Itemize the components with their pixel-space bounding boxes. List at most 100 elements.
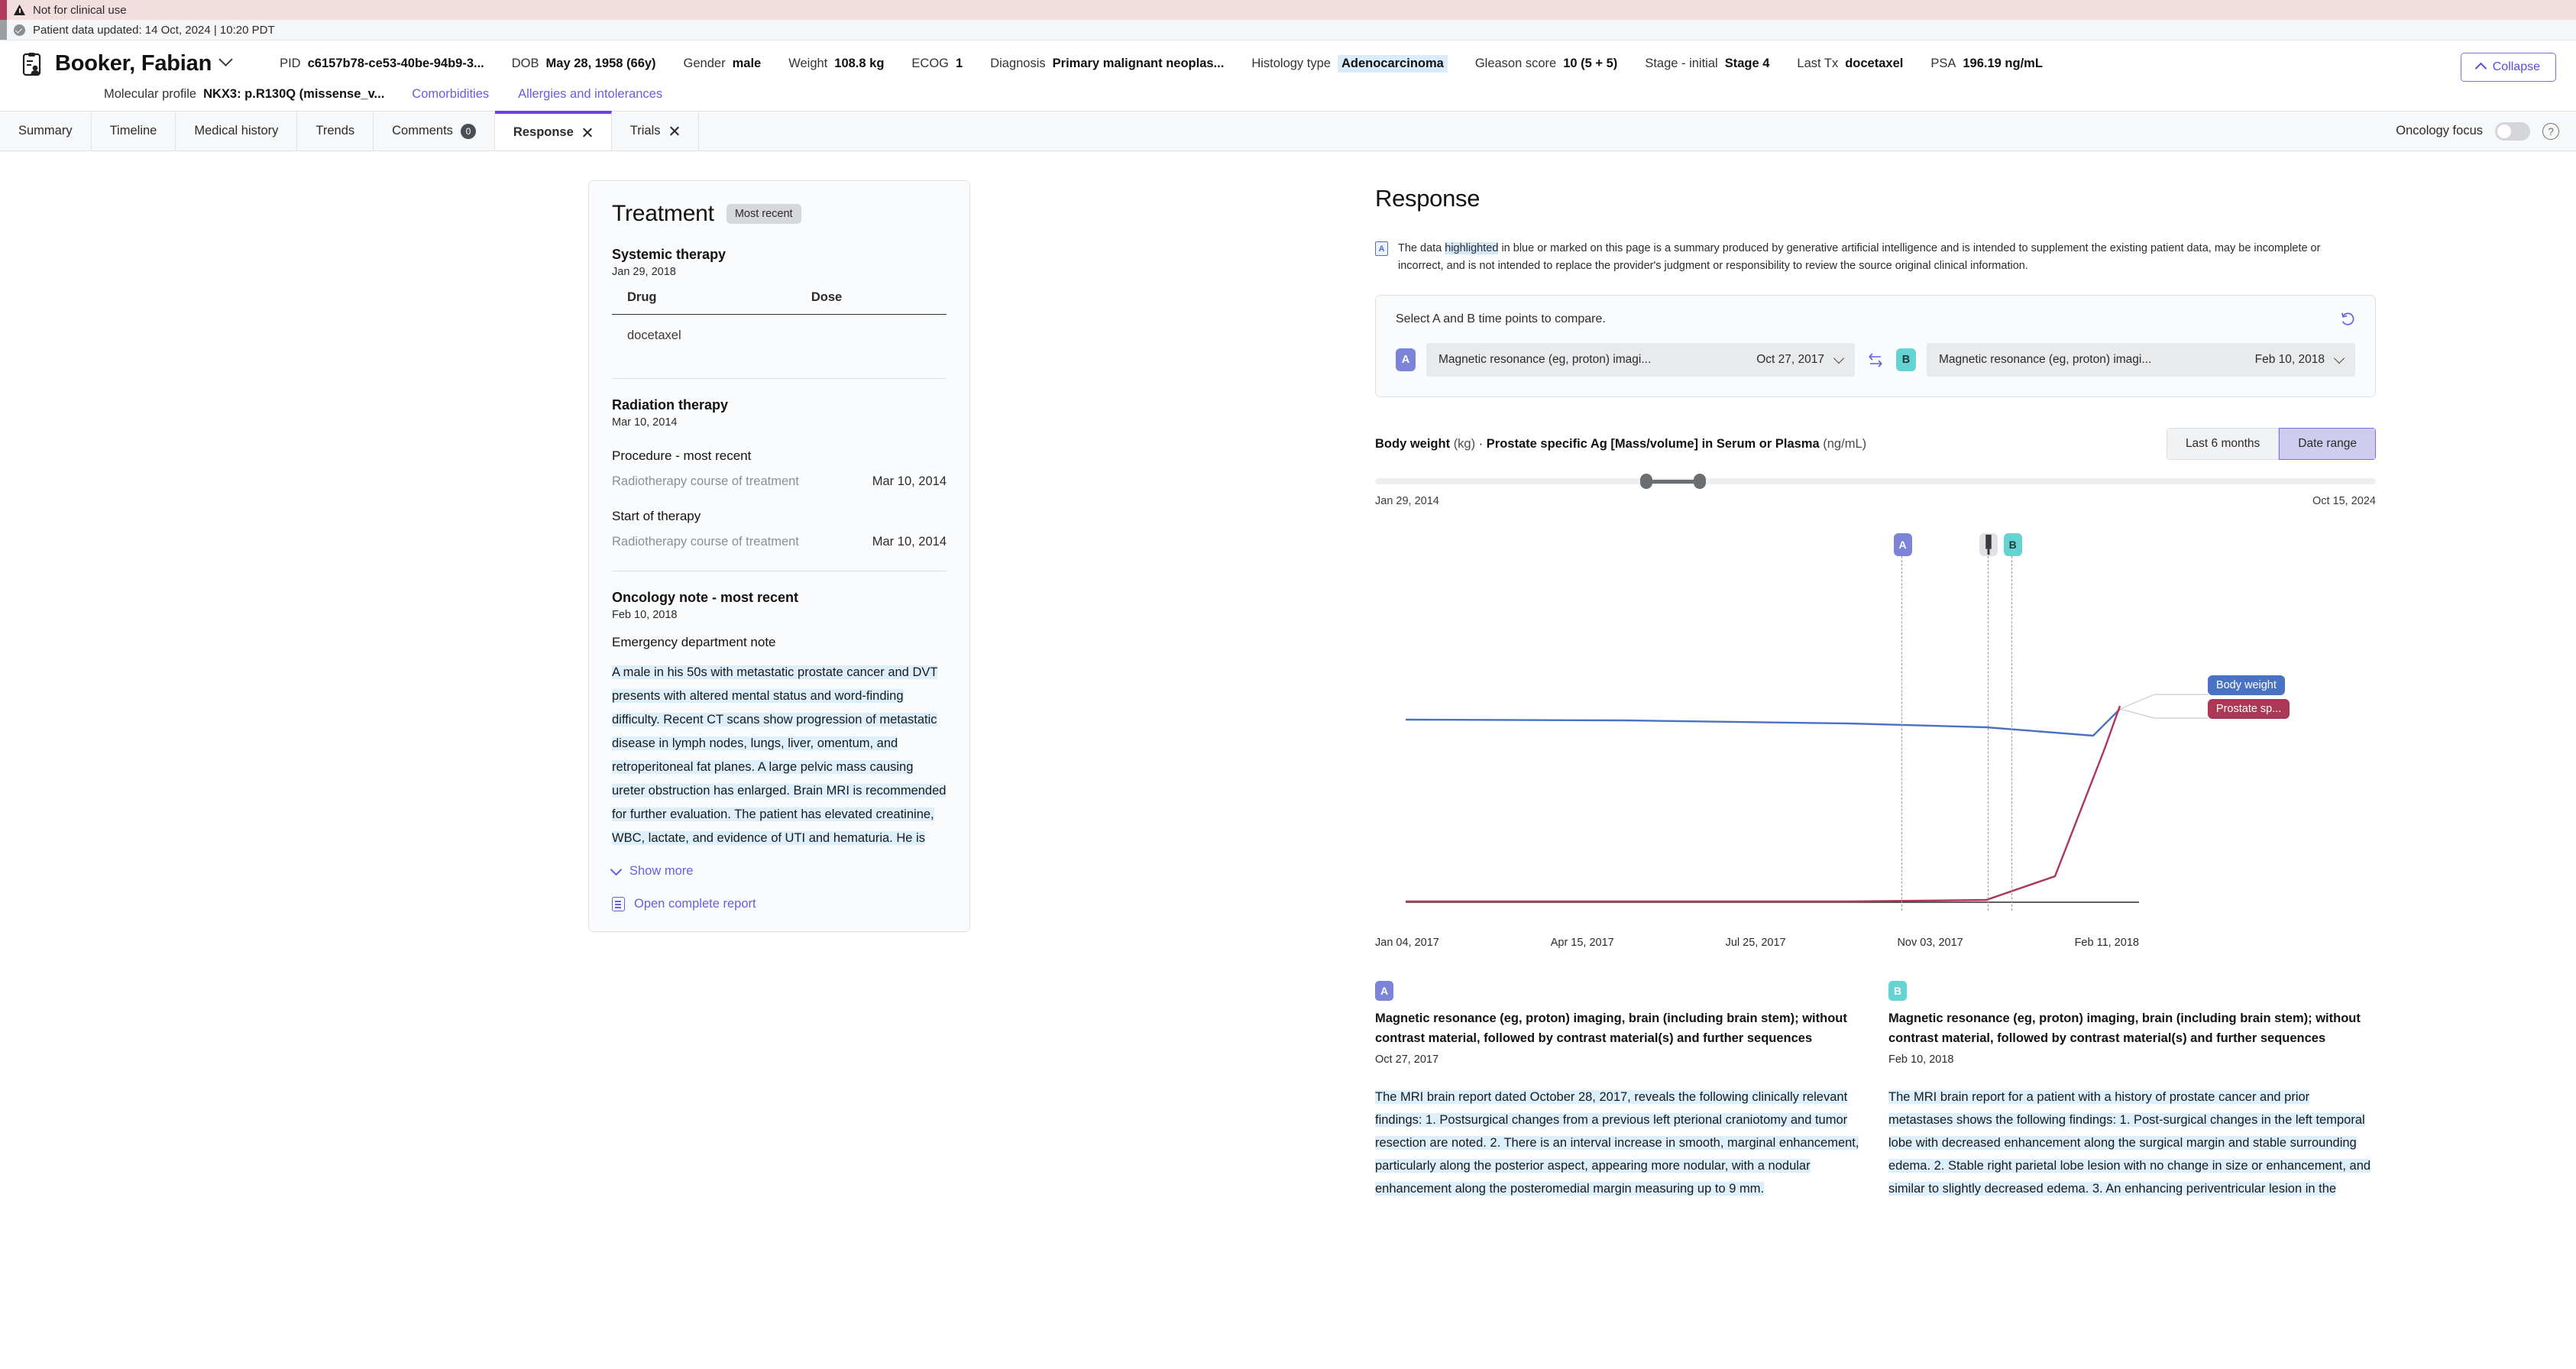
chart-series1-unit: (kg) [1453, 436, 1476, 451]
report-badge-a: A [1375, 981, 1393, 1001]
collapse-button-label: Collapse [2492, 60, 2540, 73]
close-icon[interactable] [581, 127, 593, 138]
radiation-therapy-section: Radiation therapy Mar 10, 2014 Procedure… [612, 397, 947, 549]
timepoint-a-label: Magnetic resonance (eg, proton) imagi... [1438, 353, 1652, 366]
x-tick-label: Jul 25, 2017 [1725, 937, 1786, 949]
most-recent-pill: Most recent [726, 204, 801, 224]
patient-field-pid: PID c6157b78-ce53-40be-94b9-3... [280, 57, 484, 71]
chart-svg [1405, 694, 2208, 903]
patient-field-gleason-score: Gleason score 10 (5 + 5) [1475, 57, 1617, 71]
timepoint-b-date: Feb 10, 2018 [2254, 353, 2325, 366]
range-knob-end[interactable] [1693, 474, 1706, 489]
chart-title-separator: · [1478, 436, 1484, 451]
patient-field-last-tx: Last Tx docetaxel [1797, 57, 1903, 71]
timepoint-selectors: A Magnetic resonance (eg, proton) imagi.… [1396, 343, 2355, 377]
report-column-b: B Magnetic resonance (eg, proton) imagin… [1888, 981, 2376, 1200]
range-date-range-button[interactable]: Date range [2279, 428, 2376, 460]
chart-series1-name: Body weight [1375, 436, 1451, 451]
chart-range-toggle: Last 6 months Date range [2166, 428, 2376, 460]
tab-label: Summary [18, 124, 73, 138]
field-label: ECOG [911, 57, 949, 70]
report-date-a: Oct 27, 2017 [1375, 1053, 1439, 1066]
row-value: Mar 10, 2014 [872, 535, 947, 549]
field-label: Stage - initial [1645, 57, 1718, 70]
clinical-use-banner: Not for clinical use [0, 0, 2576, 20]
procedure-most-recent-heading: Procedure - most recent [612, 448, 752, 463]
field-value: 1 [956, 57, 963, 70]
range-last-6-months-button[interactable]: Last 6 months [2166, 428, 2280, 460]
report-column-a: A Magnetic resonance (eg, proton) imagin… [1375, 981, 1862, 1200]
row-value: Mar 10, 2014 [872, 474, 947, 488]
tab-trends[interactable]: Trends [297, 112, 374, 150]
divider [612, 378, 947, 379]
report-body-b: The MRI brain report for a patient with … [1888, 1086, 2376, 1200]
tab-response[interactable]: Response [494, 111, 612, 150]
ai-disclaimer-highlight: highlighted [1445, 242, 1499, 254]
link-allergies-and-intolerances[interactable]: Allergies and intolerances [518, 87, 662, 102]
link-comorbidities[interactable]: Comorbidities [412, 87, 489, 102]
tab-summary[interactable]: Summary [0, 112, 92, 150]
oncology-note-text: A male in his 50s with metastatic prosta… [612, 665, 947, 845]
collapse-button[interactable]: Collapse [2460, 53, 2556, 82]
oncology-note-body: A male in his 50s with metastatic prosta… [612, 661, 947, 850]
range-start-date: Jan 29, 2014 [1375, 495, 1439, 507]
radiotherapy-start-row: Radiotherapy course of treatment Mar 10,… [612, 535, 947, 549]
show-more-button[interactable]: Show more [610, 863, 947, 879]
field-label: Gender [683, 57, 726, 70]
range-fill [1645, 479, 1697, 484]
legend-prostate-specific-ag[interactable]: Prostate sp... [2207, 699, 2290, 719]
tab-timeline[interactable]: Timeline [92, 112, 176, 150]
badge-a: A [1396, 348, 1416, 371]
field-label: Diagnosis [990, 57, 1046, 70]
treatment-card: Treatment Most recent Systemic therapy J… [588, 180, 970, 932]
field-value: Adenocarcinoma [1337, 55, 1448, 73]
oncology-focus-toggle[interactable] [2495, 121, 2530, 141]
range-knob-start[interactable] [1640, 474, 1653, 489]
chart-marker-b[interactable]: B [2003, 533, 2022, 556]
field-label: Gleason score [1474, 57, 1557, 70]
report-body-text: The MRI brain report for a patient with … [1888, 1090, 2371, 1196]
oncology-note-subheading: Emergency department note [612, 635, 776, 649]
report-body-a: The MRI brain report dated October 28, 2… [1375, 1086, 1862, 1200]
patient-chart-icon [22, 52, 41, 76]
row-key: Radiotherapy course of treatment [612, 535, 799, 549]
report-badge-b: B [1888, 981, 1907, 1001]
badge-b: B [1896, 348, 1916, 371]
chevron-down-icon[interactable] [218, 52, 233, 67]
marker-line-gray [1987, 556, 1989, 911]
chart-title: Body weight (kg) · Prostate specific Ag … [1375, 437, 1866, 451]
comparison-reports: A Magnetic resonance (eg, proton) imagin… [1375, 981, 2376, 1200]
x-tick-label: Jan 04, 2017 [1375, 937, 1439, 949]
column-header-drug: Drug [612, 290, 796, 315]
tab-medical-history[interactable]: Medical history [176, 112, 298, 150]
clinical-use-banner-text: Not for clinical use [33, 3, 127, 17]
field-value: Primary malignant neoplas... [1052, 57, 1225, 70]
reset-icon[interactable] [2340, 311, 2357, 328]
timepoint-a-select[interactable]: Magnetic resonance (eg, proton) imagi...… [1426, 343, 1855, 377]
patient-attributes: PID c6157b78-ce53-40be-94b9-3... DOB May… [280, 55, 2556, 73]
systemic-therapy-table: Drug Dose docetaxel [612, 290, 947, 357]
tab-comments[interactable]: Comments 0 [374, 112, 495, 150]
warning-triangle-icon [14, 5, 25, 15]
patient-field-gender: Gender male [684, 57, 762, 71]
table-row: docetaxel [612, 315, 947, 358]
report-date-b: Feb 10, 2018 [1888, 1053, 1954, 1066]
legend-body-weight[interactable]: Body weight [2207, 675, 2285, 695]
chevron-down-icon [1833, 352, 1845, 364]
swap-icon[interactable] [1866, 350, 1885, 370]
tab-trials[interactable]: Trials [612, 112, 699, 150]
chart-marker-event[interactable] [1979, 533, 1998, 556]
open-complete-report-button[interactable]: Open complete report [612, 897, 947, 911]
field-label: Last Tx [1797, 57, 1839, 70]
help-icon[interactable]: ? [2542, 122, 2559, 140]
start-of-therapy-heading: Start of therapy [612, 509, 701, 523]
ai-disclaimer: The data highlighted in blue or marked o… [1375, 240, 2368, 275]
close-icon[interactable] [668, 125, 680, 137]
systemic-therapy-section: Systemic therapy Jan 29, 2018 Drug Dose … [612, 247, 947, 357]
field-value: male [732, 57, 762, 70]
timepoint-b-select[interactable]: Magnetic resonance (eg, proton) imagi...… [1927, 343, 2355, 377]
chart-marker-a[interactable]: A [1893, 533, 1912, 556]
tab-label: Timeline [109, 124, 157, 138]
marker-line-a [1901, 556, 1903, 911]
date-range-slider[interactable] [1375, 474, 2376, 489]
